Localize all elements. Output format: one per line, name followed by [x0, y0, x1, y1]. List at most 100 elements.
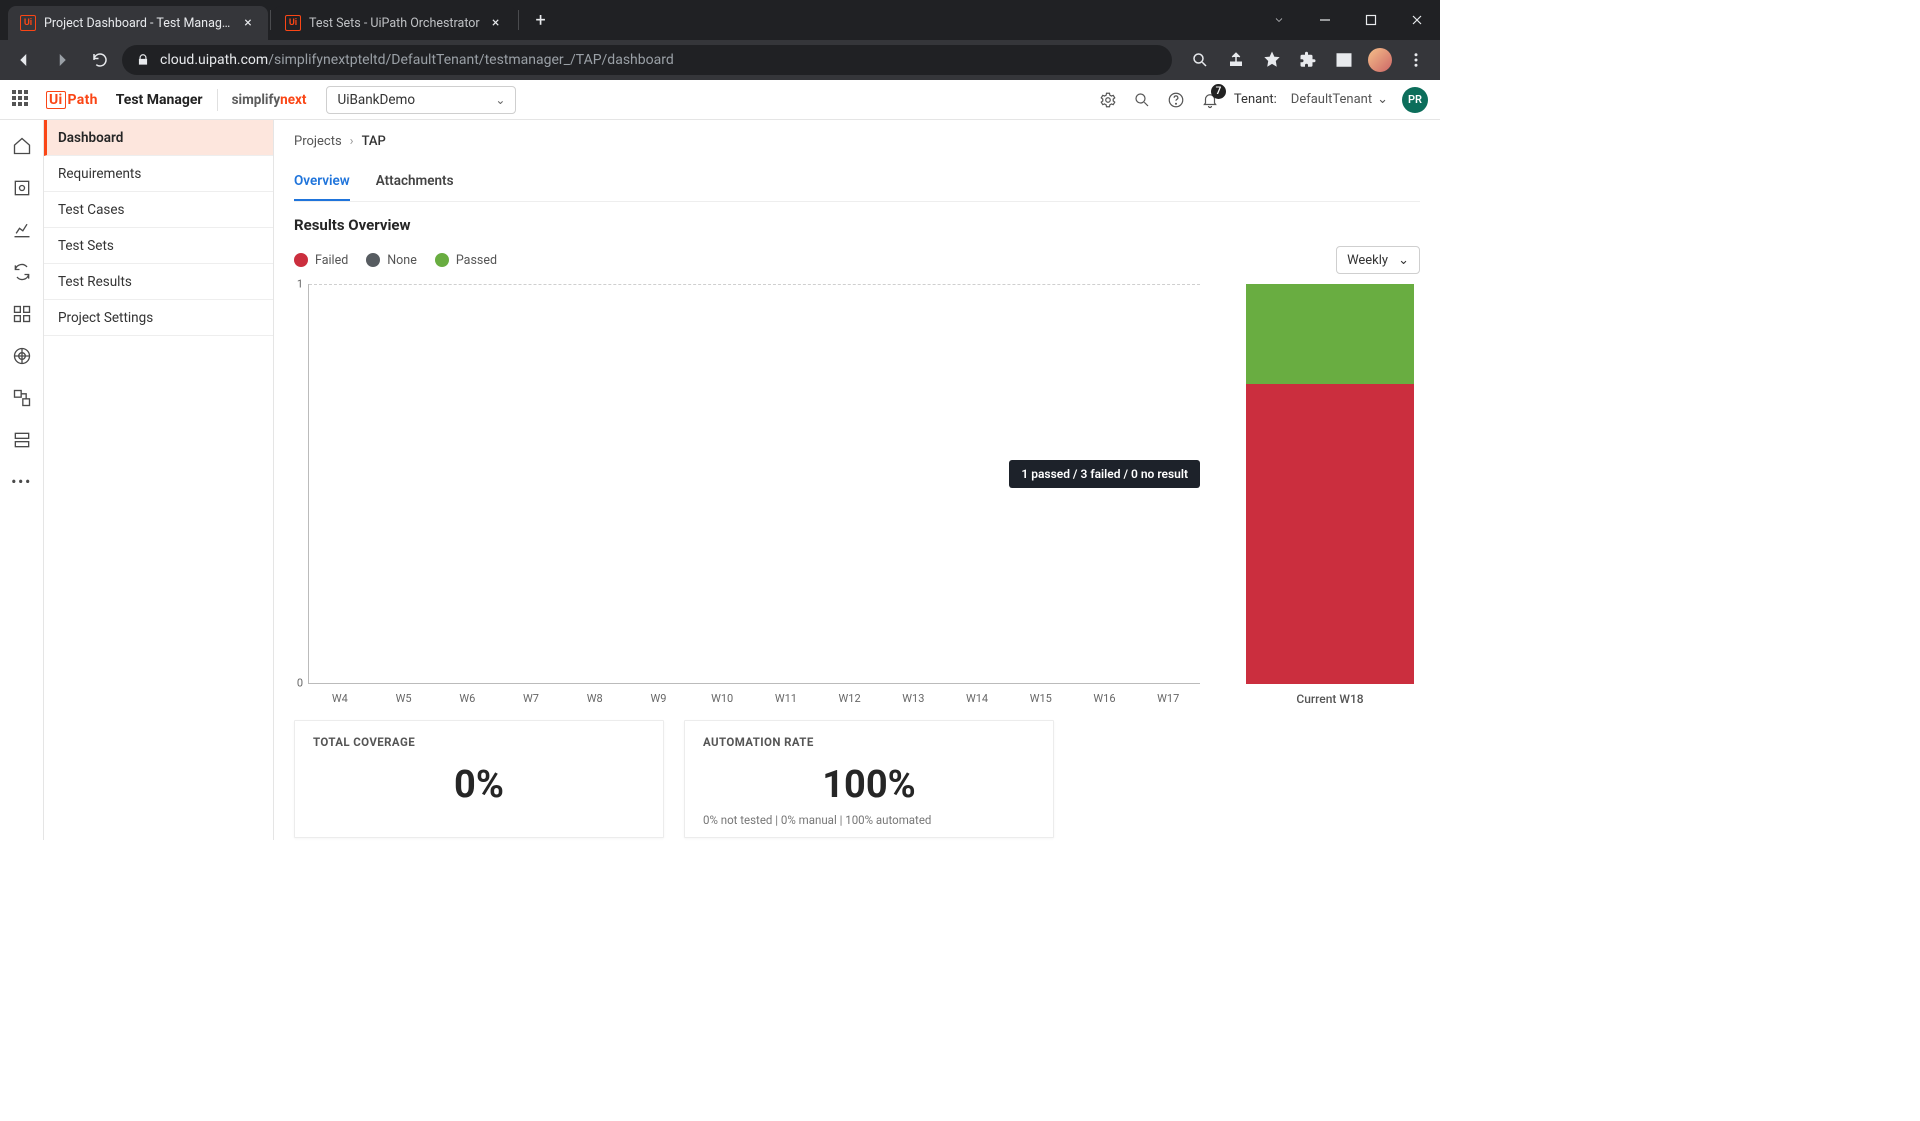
browser-toolbar: cloud.uipath.com/simplifynextpteltd/Defa…: [0, 40, 1440, 80]
app-launcher-icon[interactable]: [12, 90, 32, 110]
rail-target-icon[interactable]: [12, 178, 32, 198]
user-avatar[interactable]: PR: [1402, 87, 1428, 113]
partner-logo: simplifynext: [232, 92, 307, 108]
help-icon[interactable]: [1166, 90, 1186, 110]
rail-home-icon[interactable]: [12, 136, 32, 156]
product-name: Test Manager: [116, 92, 203, 108]
icon-rail: •••: [0, 120, 44, 840]
url-text: cloud.uipath.com/simplifynextpteltd/Defa…: [160, 52, 674, 68]
weekly-results-chart: 1 0 1 passed / 3 failed / 0 no result W4…: [294, 284, 1200, 705]
rail-refresh-icon[interactable]: [12, 262, 32, 282]
divider: [217, 89, 218, 111]
content-tabs: Overview Attachments: [294, 167, 1420, 202]
rail-grid-icon[interactable]: [12, 304, 32, 324]
segment-passed: [1246, 284, 1414, 384]
tab-title: Project Dashboard - Test Manager: [44, 16, 232, 31]
window-maximize-icon[interactable]: [1348, 0, 1394, 40]
search-icon[interactable]: [1132, 90, 1152, 110]
legend-failed: Failed: [294, 253, 348, 268]
breadcrumb-root[interactable]: Projects: [294, 134, 342, 149]
settings-gear-icon[interactable]: [1098, 90, 1118, 110]
dot-failed-icon: [294, 253, 308, 267]
uipath-favicon-icon: Ui: [20, 15, 36, 31]
window-minimize-icon[interactable]: [1302, 0, 1348, 40]
dot-none-icon: [366, 253, 380, 267]
nav-forward-button[interactable]: [46, 44, 78, 76]
window-controls: [1256, 0, 1440, 40]
chevron-down-icon: ⌄: [1398, 253, 1409, 268]
lock-icon: [136, 53, 150, 67]
sidebar-item-requirements[interactable]: Requirements: [44, 156, 273, 192]
chevron-right-icon: ›: [350, 134, 354, 149]
extensions-icon[interactable]: [1292, 44, 1324, 76]
sidebar-item-dashboard[interactable]: Dashboard: [44, 120, 273, 156]
segment-failed: [1246, 384, 1414, 684]
browser-tab-inactive[interactable]: Ui Test Sets - UiPath Orchestrator ×: [273, 6, 516, 40]
rail-integrations-icon[interactable]: [12, 388, 32, 408]
tab-title: Test Sets - UiPath Orchestrator: [309, 16, 480, 31]
tenant-label: Tenant:: [1234, 92, 1277, 107]
uipath-logo: UiPath: [46, 92, 98, 108]
x-tick: W6: [435, 684, 499, 705]
rail-chart-icon[interactable]: [12, 220, 32, 240]
sidebar-item-project-settings[interactable]: Project Settings: [44, 300, 273, 336]
sidebar-item-test-results[interactable]: Test Results: [44, 264, 273, 300]
tab-attachments[interactable]: Attachments: [376, 167, 454, 201]
tab-close-icon[interactable]: ×: [488, 15, 504, 31]
x-tick: W13: [881, 684, 945, 705]
project-selector-value: UiBankDemo: [337, 92, 415, 108]
main-content: Projects › TAP Overview Attachments Resu…: [274, 120, 1440, 840]
chart-tooltip: 1 passed / 3 failed / 0 no result: [1009, 460, 1200, 488]
zoom-icon[interactable]: [1184, 44, 1216, 76]
bookmark-star-icon[interactable]: [1256, 44, 1288, 76]
rail-radar-icon[interactable]: [12, 346, 32, 366]
sidebar-item-test-sets[interactable]: Test Sets: [44, 228, 273, 264]
chevron-down-icon: ⌄: [1377, 92, 1388, 107]
y-tick-1: 1: [297, 278, 309, 291]
rail-storage-icon[interactable]: [12, 430, 32, 450]
sidepanel-icon[interactable]: [1328, 44, 1360, 76]
card-subtext: 0% not tested | 0% manual | 100% automat…: [703, 813, 1035, 827]
window-close-icon[interactable]: [1394, 0, 1440, 40]
current-week-label: Current W18: [1296, 692, 1363, 706]
nav-back-button[interactable]: [8, 44, 40, 76]
card-value: 0%: [313, 763, 645, 807]
time-range-value: Weekly: [1347, 253, 1388, 268]
nav-reload-button[interactable]: [84, 44, 116, 76]
tab-overview[interactable]: Overview: [294, 167, 350, 201]
tab-search-icon[interactable]: [1256, 0, 1302, 40]
x-tick: W15: [1009, 684, 1073, 705]
x-tick: W16: [1073, 684, 1137, 705]
time-range-selector[interactable]: Weekly ⌄: [1336, 246, 1420, 274]
browser-tab-active[interactable]: Ui Project Dashboard - Test Manager ×: [8, 6, 268, 40]
sidebar-item-test-cases[interactable]: Test Cases: [44, 192, 273, 228]
card-title: AUTOMATION RATE: [703, 735, 1035, 749]
card-value: 100%: [703, 763, 1035, 807]
x-tick: W5: [372, 684, 436, 705]
uipath-favicon-icon: Ui: [285, 15, 301, 31]
project-sidebar: Dashboard Requirements Test Cases Test S…: [44, 120, 274, 840]
x-tick: W9: [627, 684, 691, 705]
notifications-bell-icon[interactable]: 7: [1200, 90, 1220, 110]
y-tick-0: 0: [297, 677, 309, 690]
section-title: Results Overview: [294, 216, 1420, 234]
project-selector[interactable]: UiBankDemo ⌄: [326, 86, 516, 114]
tab-separator: [270, 10, 271, 30]
x-tick: W8: [563, 684, 627, 705]
chrome-menu-icon[interactable]: [1400, 44, 1432, 76]
breadcrumb: Projects › TAP: [294, 134, 1420, 149]
card-automation-rate: AUTOMATION RATE 100% 0% not tested | 0% …: [684, 720, 1054, 838]
dot-passed-icon: [435, 253, 449, 267]
tenant-selector[interactable]: DefaultTenant⌄: [1291, 92, 1388, 107]
profile-avatar[interactable]: [1364, 44, 1396, 76]
x-tick: W12: [818, 684, 882, 705]
share-icon[interactable]: [1220, 44, 1252, 76]
legend-passed: Passed: [435, 253, 497, 268]
app-header: UiPath Test Manager simplifynext UiBankD…: [0, 80, 1440, 120]
rail-more-icon[interactable]: •••: [11, 472, 32, 491]
address-bar[interactable]: cloud.uipath.com/simplifynextpteltd/Defa…: [122, 45, 1172, 75]
tab-separator: [518, 10, 519, 30]
x-axis: W4W5W6W7W8W9W10W11W12W13W14W15W16W17: [308, 684, 1200, 705]
tab-close-icon[interactable]: ×: [240, 15, 256, 31]
new-tab-button[interactable]: +: [527, 6, 555, 34]
